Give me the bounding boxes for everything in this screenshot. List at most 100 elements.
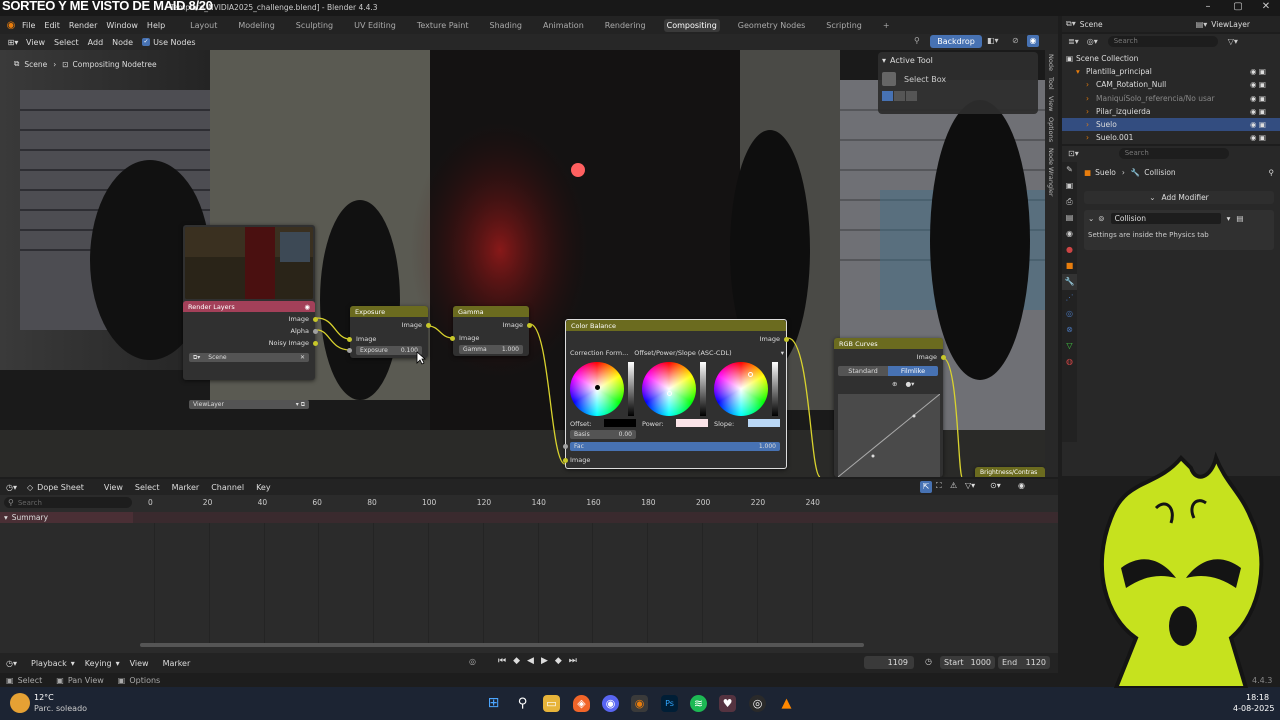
menu-marker[interactable]: Marker xyxy=(163,659,191,668)
menu-view[interactable]: View xyxy=(130,659,149,668)
expand-icon[interactable]: › xyxy=(1086,120,1089,129)
world-tab-icon[interactable]: ● xyxy=(1062,242,1077,258)
outliner-row[interactable]: Scene Collection ▣ xyxy=(1062,52,1280,65)
tab-texture-paint[interactable]: Texture Paint xyxy=(414,19,472,32)
tab-sculpting[interactable]: Sculpting xyxy=(293,19,336,32)
vlc-icon[interactable]: ▲ xyxy=(778,695,795,712)
mode-new-icon[interactable] xyxy=(882,91,893,101)
dope-sheet[interactable]: ◷▾ ◇ Dope Sheet View Select Marker Chann… xyxy=(0,479,1058,653)
tab-node-wrangler[interactable]: Node Wrangler xyxy=(1047,148,1055,197)
expand-icon[interactable]: › xyxy=(1086,133,1089,142)
tab-modeling[interactable]: Modeling xyxy=(235,19,277,32)
material-tab-icon[interactable]: ◍ xyxy=(1062,354,1077,370)
offset-swatch[interactable] xyxy=(604,419,636,427)
end-frame-field[interactable]: End 1120 xyxy=(998,656,1050,669)
zoom-icon[interactable]: ⊕ xyxy=(892,380,897,388)
menu-key[interactable]: Key xyxy=(256,483,271,492)
exposure-value-socket[interactable] xyxy=(347,348,352,353)
prev-key-icon[interactable]: ◆ xyxy=(513,656,520,666)
menu-help[interactable]: Help xyxy=(147,21,165,30)
mode-extend-icon[interactable] xyxy=(894,91,905,101)
tab-animation[interactable]: Animation xyxy=(540,19,587,32)
particles-tab-icon[interactable]: ⋰ xyxy=(1062,290,1077,306)
active-tool-header[interactable]: ▾ Active Tool xyxy=(878,52,1038,69)
correction-formula-row[interactable]: Correction Form... Offset/Power/Slope (A… xyxy=(570,349,784,357)
obs-icon[interactable]: ◎ xyxy=(749,695,766,712)
display-mode-icon[interactable]: ≣▾ xyxy=(1068,37,1079,46)
tab-shading[interactable]: Shading xyxy=(486,19,525,32)
add-modifier-button[interactable]: ⌄ Add Modifier xyxy=(1084,191,1274,204)
frame-ruler[interactable]: 0 20 40 60 80 100 120 140 160 180 200 220 240 xyxy=(134,497,1058,509)
curve-graph[interactable] xyxy=(838,394,940,477)
menu-window[interactable]: Window xyxy=(106,21,138,30)
only-selected-icon[interactable]: ⇱ xyxy=(920,481,932,493)
slope-value-slider[interactable] xyxy=(772,362,778,416)
filter-icon[interactable]: ▽▾ xyxy=(965,481,975,490)
scene-tab-icon[interactable]: ◉ xyxy=(1062,226,1077,242)
next-key-icon[interactable]: ◆ xyxy=(555,656,562,666)
proportional-icon[interactable]: ◉ xyxy=(1018,481,1025,490)
modifier-name-field[interactable]: Collision xyxy=(1110,213,1221,224)
visibility-icon[interactable]: ◉ ▣ xyxy=(1250,67,1266,76)
gamma-output-socket[interactable] xyxy=(527,323,532,328)
offset-value-slider[interactable] xyxy=(628,362,634,416)
tab-filmlike[interactable]: Filmlike xyxy=(888,366,938,376)
tab-standard[interactable]: Standard xyxy=(838,366,888,376)
brave-icon[interactable]: ◈ xyxy=(573,695,590,712)
data-tab-icon[interactable]: ▽ xyxy=(1062,338,1077,354)
power-color-wheel[interactable] xyxy=(642,362,696,416)
outliner-search[interactable]: Search xyxy=(1107,35,1218,47)
menu-render[interactable]: Render xyxy=(69,21,97,30)
tab-rendering[interactable]: Rendering xyxy=(602,19,649,32)
tab-view[interactable]: View xyxy=(1047,96,1055,111)
rgb-curves-node[interactable]: RGB Curves Image Standard Filmlike ⊕ ●▾ xyxy=(834,338,946,477)
gamma-node[interactable]: Gamma Image Image Gamma 1.000 xyxy=(450,306,532,356)
play-icon[interactable]: ▶ xyxy=(541,656,548,666)
visibility-icon[interactable]: ◉ ▣ xyxy=(1250,94,1266,103)
menu-file[interactable]: File xyxy=(22,21,35,30)
power-value-slider[interactable] xyxy=(700,362,706,416)
exposure-output-socket[interactable] xyxy=(426,323,431,328)
color-balance-node[interactable]: Color Balance Image Correction Form... O… xyxy=(563,319,789,469)
output-noisy-socket[interactable] xyxy=(313,341,318,346)
close-icon[interactable]: ✕ xyxy=(1258,1,1274,15)
collection-icon[interactable]: ▣ xyxy=(1066,54,1073,63)
tab-compositing[interactable]: Compositing xyxy=(663,18,720,32)
fac-slider[interactable]: Fac 1.000 xyxy=(570,442,780,451)
outliner-row[interactable]: Suelo › ◉ ▣ xyxy=(1062,118,1280,131)
summary-channel[interactable]: ▾ Summary xyxy=(0,512,133,523)
visibility-icon[interactable]: ◉ ▣ xyxy=(1250,107,1266,116)
slope-swatch[interactable] xyxy=(748,419,780,427)
horizontal-scrollbar[interactable] xyxy=(140,643,864,647)
tab-scripting[interactable]: Scripting xyxy=(823,19,865,32)
menu-keying[interactable]: Keying xyxy=(85,659,112,668)
scene-name[interactable]: Scene xyxy=(1080,20,1103,29)
snap-icon[interactable]: ⊙▾ xyxy=(990,481,1001,490)
minimize-icon[interactable]: – xyxy=(1200,1,1216,15)
menu-select[interactable]: Select xyxy=(135,483,160,492)
weather-icon[interactable] xyxy=(10,693,30,713)
file-explorer-icon[interactable]: ▭ xyxy=(543,695,560,712)
exposure-field[interactable]: Exposure 0.100 xyxy=(356,346,422,355)
modifier-tab-icon[interactable]: 🔧 xyxy=(1062,274,1077,290)
expand-icon[interactable]: › xyxy=(1086,80,1089,89)
brightness-contrast-node[interactable]: Brightness/Contras xyxy=(975,467,1045,477)
jump-end-icon[interactable]: ⏭ xyxy=(569,656,577,666)
outliner-row[interactable]: ManiquíSolo_referencia/No usar › ◉ ▣ xyxy=(1062,92,1280,105)
show-hidden-icon[interactable]: ⛶ xyxy=(936,481,942,491)
tab-uv-editing[interactable]: UV Editing xyxy=(351,19,399,32)
viewlayer-selector[interactable]: ViewLayer ▾ ⧉ xyxy=(189,400,309,409)
rgb-curves-output-socket[interactable] xyxy=(941,355,946,360)
tab-layout[interactable]: Layout xyxy=(187,19,220,32)
gamma-field[interactable]: Gamma 1.000 xyxy=(459,345,523,354)
viewlayer-name[interactable]: ViewLayer xyxy=(1211,20,1250,29)
tab-tool[interactable]: Tool xyxy=(1047,77,1055,90)
view-icon[interactable]: ◎▾ xyxy=(1087,37,1098,46)
offset-color-wheel[interactable] xyxy=(570,362,624,416)
power-swatch[interactable] xyxy=(676,419,708,427)
physics-tab-icon[interactable]: ◎ xyxy=(1062,306,1077,322)
scene-selector[interactable]: ⧉▾ Scene ✕ xyxy=(189,353,309,362)
menu-edit[interactable]: Edit xyxy=(44,21,60,30)
render-layers-header[interactable]: Render Layers ◉ xyxy=(183,301,315,312)
search-icon[interactable]: ⚲ xyxy=(514,695,531,712)
